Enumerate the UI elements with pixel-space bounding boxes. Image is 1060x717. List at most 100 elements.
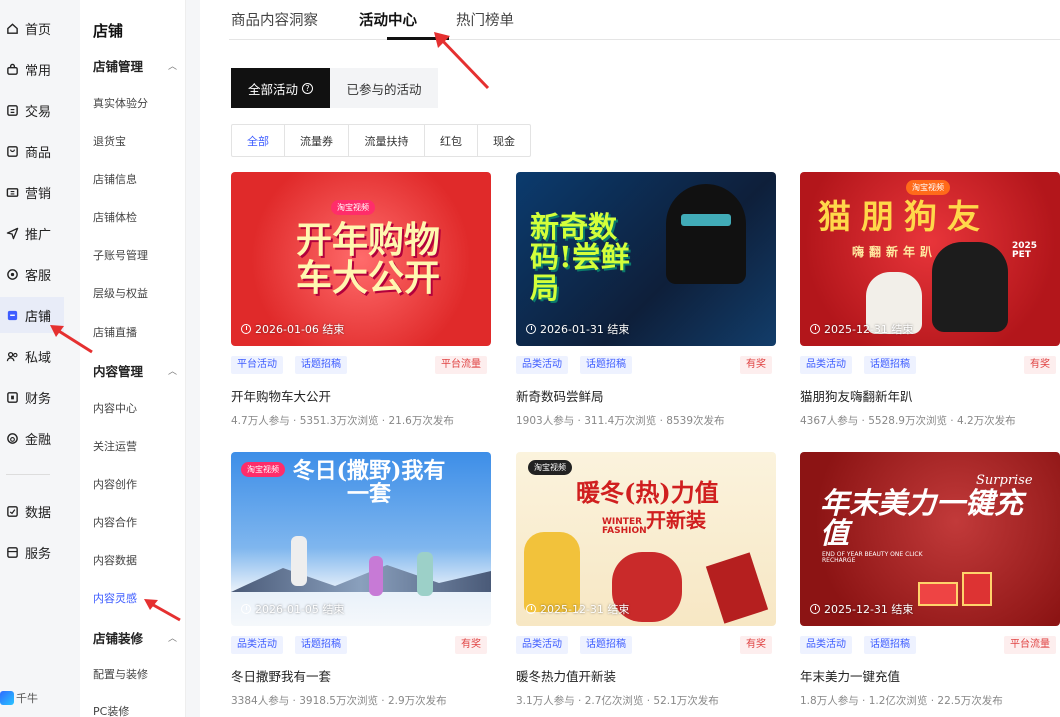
subnav-item-follow-ops[interactable]: 关注运营: [93, 438, 137, 454]
dog-figure: [932, 242, 1008, 332]
subnav-item-store-live[interactable]: 店铺直播: [93, 324, 137, 340]
group-label: 内容管理: [93, 364, 144, 379]
rail-item-data[interactable]: 数据: [0, 493, 64, 529]
tab-product-insight[interactable]: 商品内容洞察: [231, 9, 318, 30]
filter-traffic-support[interactable]: 流量扶持: [349, 125, 425, 156]
skier-figure: [291, 536, 307, 586]
activity-card[interactable]: 淘宝视频 猫朋狗友 嗨翻新年趴 2025 PET 2025-12-31 结束 品…: [800, 172, 1060, 428]
end-date-text: 2026-01-31 结束: [540, 323, 630, 336]
visor-highlight: [681, 214, 731, 226]
tag-call: 话题招稿: [864, 356, 916, 374]
tab-activity-center[interactable]: 活动中心: [359, 9, 417, 30]
subnav-item-real-experience[interactable]: 真实体验分: [93, 95, 148, 111]
card-title: 冬日撒野我有一套: [231, 669, 332, 684]
rail-item-promotion[interactable]: 推广: [0, 215, 64, 251]
subnav-item-content-inspiration[interactable]: 内容灵感: [93, 590, 137, 606]
subnav-item-content-create[interactable]: 内容创作: [93, 476, 137, 492]
subnav-item-content-data[interactable]: 内容数据: [93, 552, 137, 568]
subnav-item-subaccounts[interactable]: 子账号管理: [93, 247, 148, 263]
banner-year: 2025 PET: [1012, 241, 1038, 261]
card-title: 猫朋狗友嗨翻新年趴: [800, 389, 913, 404]
end-date: 2025-12-31 结束: [526, 601, 629, 617]
card-stats: 1.8万人参与 · 1.2亿次浏览 · 22.5万次发布: [800, 695, 1003, 707]
rail-item-marketing[interactable]: 营销: [0, 174, 64, 210]
service-icon: [5, 545, 19, 559]
activity-banner-image: 淘宝视频 开年购物车大公开 2026-01-06 结束: [231, 172, 491, 346]
card-title: 开年购物车大公开: [231, 389, 332, 404]
taobao-video-badge: 淘宝视频: [528, 460, 572, 475]
end-date: 2026-01-31 结束: [526, 321, 629, 337]
rail-item-home[interactable]: 首页: [0, 10, 64, 46]
rail-item-trade[interactable]: 交易: [0, 92, 64, 128]
card-tags: 品类活动 话题招稿 有奖: [516, 636, 776, 658]
activity-card[interactable]: 淘宝视频 冬日(撒野)我有一套 2026-01-05 结束 品类活动 话题招稿 …: [231, 452, 491, 708]
subnav-item-return-guarantee[interactable]: 退货宝: [93, 133, 126, 149]
card-title: 新奇数码尝鲜局: [516, 389, 604, 404]
subnav-item-decor-config[interactable]: 配置与装修: [93, 666, 148, 682]
figure-yellow: [524, 532, 580, 612]
wallet-icon: [5, 390, 19, 404]
qianniu-brand[interactable]: 千牛: [0, 690, 38, 706]
banner-en-text: WINTER FASHION: [602, 517, 647, 537]
rail-item-services[interactable]: 服务: [0, 534, 64, 570]
rail-item-private-domain[interactable]: 私域: [0, 338, 64, 374]
all-activities-button[interactable]: 全部活动 ?: [231, 68, 330, 108]
end-date-text: 2026-01-06 结束: [255, 323, 345, 336]
tag-type: 品类活动: [231, 636, 283, 654]
banner-headline: 暖冬(热)力值: [576, 478, 719, 507]
card-stats: 4367人参与 · 5528.9万次浏览 · 4.2万次发布: [800, 415, 1016, 427]
end-date-text: 2025-12-31 结束: [824, 323, 914, 336]
subnav-item-store-info[interactable]: 店铺信息: [93, 171, 137, 187]
card-stats: 4.7万人参与 · 5351.3万次浏览 · 21.6万次发布: [231, 415, 454, 427]
joined-activities-button[interactable]: 已参与的活动: [330, 68, 438, 108]
activity-card[interactable]: 新奇数码!尝鲜局 2026-01-31 结束 品类活动 话题招稿 有奖 新奇数码…: [516, 172, 776, 428]
secondary-nav: 店铺 店铺管理 ︿ 真实体验分 退货宝 店铺信息 店铺体检 子账号管理 层级与权…: [80, 0, 186, 717]
taobao-video-badge: 淘宝视频: [331, 200, 375, 215]
filter-all[interactable]: 全部: [232, 125, 285, 156]
rail-item-store[interactable]: 店铺: [0, 297, 64, 333]
subnav-group-content[interactable]: 内容管理 ︿: [93, 361, 177, 380]
gift-box: [962, 572, 992, 606]
subnav-item-content-collab[interactable]: 内容合作: [93, 514, 137, 530]
rail-item-label: 首页: [25, 22, 52, 38]
subnav-item-store-check[interactable]: 店铺体检: [93, 209, 137, 225]
rail-item-common[interactable]: 常用: [0, 51, 64, 87]
bag-icon: [5, 62, 19, 76]
skier-figure: [369, 556, 383, 596]
filter-cash[interactable]: 现金: [478, 125, 530, 156]
rail-item-loan[interactable]: 金融: [0, 420, 64, 456]
taobao-video-badge: 淘宝视频: [906, 180, 950, 195]
filter-traffic-coupon[interactable]: 流量券: [285, 125, 349, 156]
activity-card[interactable]: 年末美力一键充值 Surprise END OF YEAR BEAUTY ONE…: [800, 452, 1060, 708]
main-content: 商品内容洞察 活动中心 热门榜单 全部活动 ? 已参与的活动 全部 流量券 流量…: [200, 0, 1060, 717]
rail-item-goods[interactable]: 商品: [0, 133, 64, 169]
gift-box: [918, 582, 958, 606]
rail-item-finance[interactable]: 财务: [0, 379, 64, 415]
end-date: 2025-12-31 结束: [810, 601, 913, 617]
rail-item-label: 财务: [25, 391, 52, 407]
subnav-group-shop[interactable]: 店铺管理 ︿: [93, 56, 177, 75]
subnav-group-decor[interactable]: 店铺装修 ︿: [93, 628, 177, 647]
ticket-icon: [5, 185, 19, 199]
activity-banner-image: 新奇数码!尝鲜局 2026-01-31 结束: [516, 172, 776, 346]
banner-headline: 开年购物车大公开: [295, 219, 440, 299]
activity-banner-image: 淘宝视频 暖冬(热)力值 开新装 WINTER FASHION 2025-12-…: [516, 452, 776, 626]
tag-call: 话题招稿: [864, 636, 916, 654]
tag-reward: 平台流量: [1004, 636, 1056, 654]
chevron-up-icon: ︿: [167, 634, 177, 644]
banner-subline: 开新装: [646, 508, 706, 532]
rail-item-service[interactable]: 客服: [0, 256, 64, 292]
card-tags: 品类活动 话题招稿 有奖: [800, 356, 1060, 378]
activity-card[interactable]: 淘宝视频 开年购物车大公开 2026-01-06 结束 平台活动 话题招稿 平台…: [231, 172, 491, 428]
subnav-item-pc-decor[interactable]: PC装修: [93, 703, 129, 717]
filter-red-packet[interactable]: 红包: [425, 125, 478, 156]
headset-icon: [5, 267, 19, 281]
activity-card[interactable]: 淘宝视频 暖冬(热)力值 开新装 WINTER FASHION 2025-12-…: [516, 452, 776, 708]
clock-icon: [241, 324, 251, 334]
send-icon: [5, 226, 19, 240]
tab-hot-ranking[interactable]: 热门榜单: [456, 9, 514, 30]
help-icon[interactable]: ?: [302, 82, 313, 94]
chart-icon: [5, 504, 19, 518]
subnav-item-content-center[interactable]: 内容中心: [93, 400, 137, 416]
subnav-item-tiers[interactable]: 层级与权益: [93, 285, 148, 301]
